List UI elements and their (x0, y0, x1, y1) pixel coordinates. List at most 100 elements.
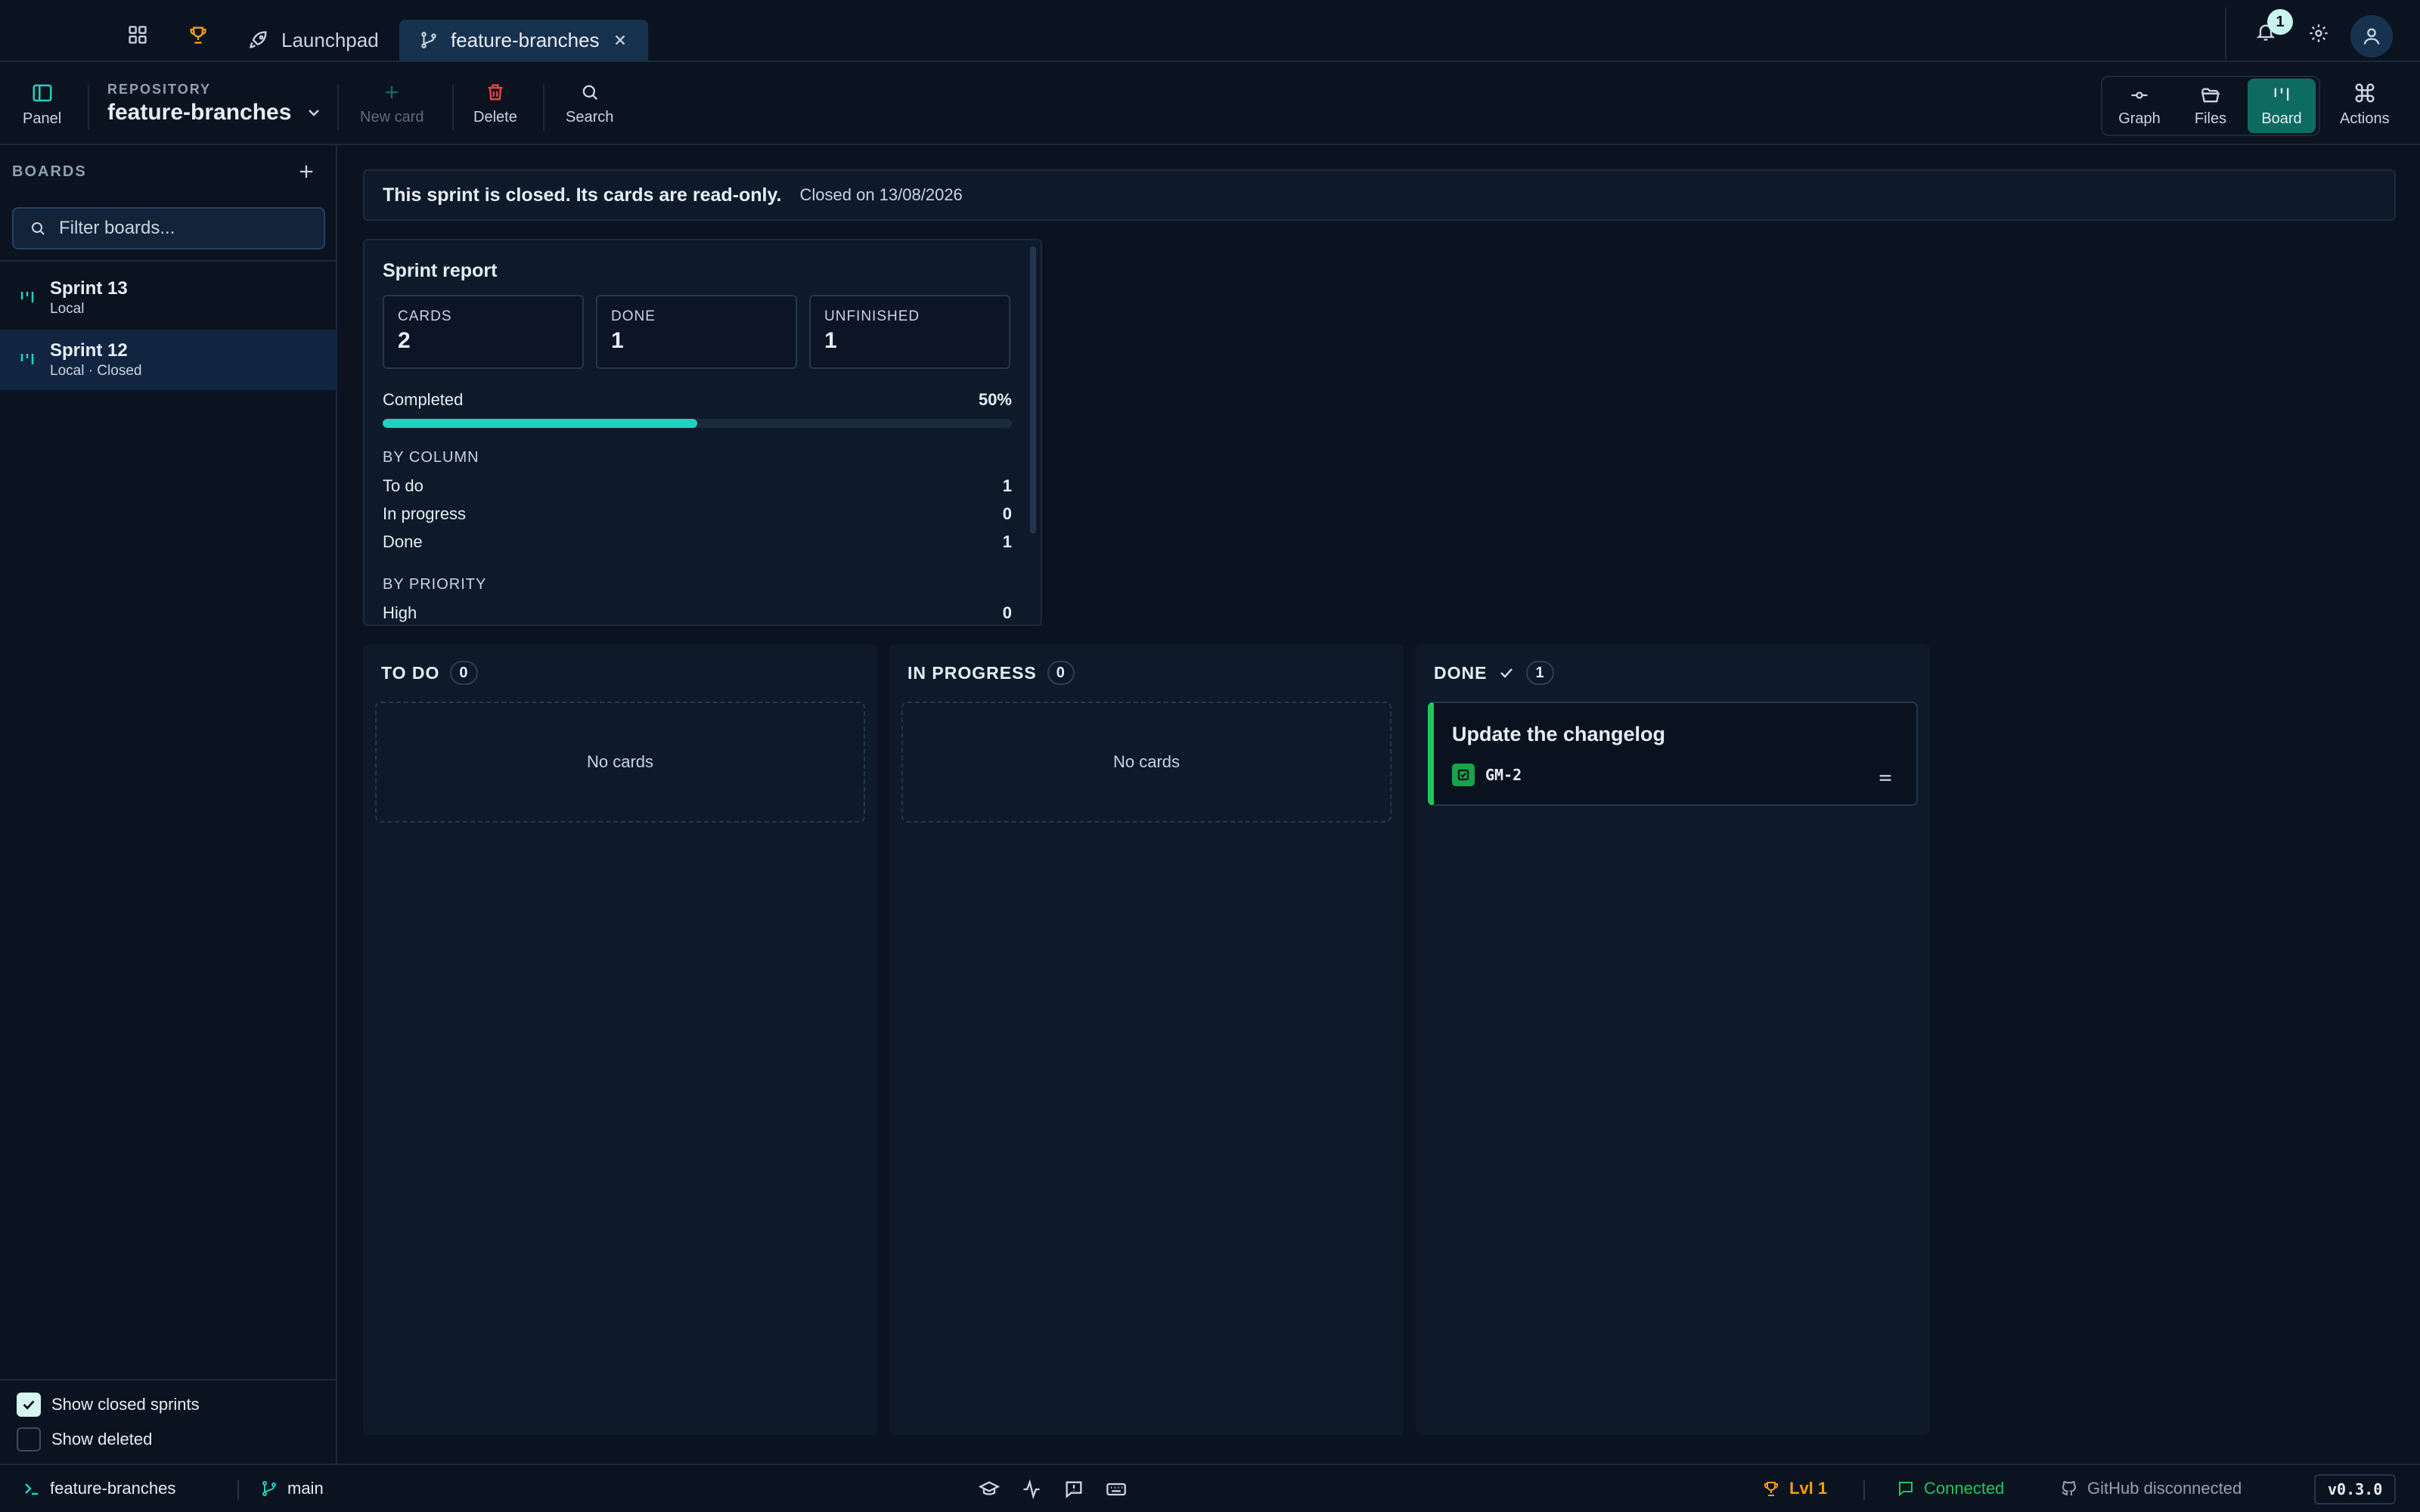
divider (1863, 1480, 1865, 1500)
view-switcher (2101, 76, 2320, 136)
actions-button[interactable]: Actions (2340, 82, 2390, 128)
column-done: DONE 1 Update the changelog GM-2 (1416, 644, 1930, 1435)
by-column-heading: BY COLUMN (383, 449, 479, 466)
add-board-button[interactable] (293, 159, 319, 184)
new-card-button[interactable]: New card (360, 82, 424, 126)
banner-closed-date: Closed on 13/08/2026 (799, 185, 963, 204)
column-count: 0 (1047, 661, 1075, 685)
closed-sprint-banner: This sprint is closed. Its cards are rea… (363, 169, 2396, 221)
trash-icon (488, 84, 503, 101)
terminal-icon (25, 1483, 38, 1495)
show-closed-sprints-toggle[interactable]: Show closed sprints (17, 1393, 200, 1417)
column-title: DONE (1434, 662, 1488, 683)
learn-icon[interactable] (979, 1479, 1000, 1500)
git-branch-icon (421, 32, 436, 48)
status-connection[interactable]: Connected (1897, 1479, 2004, 1498)
filter-boards-input[interactable]: Filter boards... (12, 207, 325, 249)
gear-icon[interactable] (2307, 21, 2331, 45)
column-title: TO DO (381, 662, 440, 683)
delete-button[interactable]: Delete (473, 82, 517, 126)
status-repo[interactable]: feature-branches (23, 1479, 175, 1498)
tab-label: Launchpad (281, 28, 379, 51)
banner-message: This sprint is closed. Its cards are rea… (383, 184, 782, 206)
stat-value: 2 (398, 328, 411, 353)
board-name: Sprint 13 (50, 278, 128, 299)
repository-selector[interactable]: feature-branches (107, 100, 323, 125)
tab-label: feature-branches (451, 28, 600, 51)
card-key-text: GM-2 (1485, 766, 1522, 784)
row-name: In progress (383, 504, 467, 523)
tab-feature-branches[interactable]: feature-branches (399, 20, 648, 60)
plus-icon (299, 165, 313, 178)
stat-label: UNFINISHED (824, 308, 920, 324)
close-icon[interactable] (612, 32, 628, 48)
panel-button[interactable]: Panel (23, 82, 61, 128)
row-name: High (383, 603, 417, 622)
show-closed-label: Show closed sprints (51, 1395, 200, 1414)
divider (2225, 8, 2226, 59)
board-icon (20, 354, 34, 364)
delete-label: Delete (473, 109, 517, 125)
empty-column-placeholder: No cards (375, 702, 865, 823)
divider (543, 85, 544, 130)
panel-label: Panel (23, 110, 62, 127)
board-subtitle: Local (50, 301, 85, 317)
stat-value: 1 (611, 328, 624, 353)
show-closed-checkbox[interactable] (17, 1393, 41, 1417)
board-icon (20, 292, 34, 302)
feedback-icon[interactable] (1063, 1479, 1084, 1500)
row-name: Done (383, 532, 423, 551)
row-value: 1 (1002, 476, 1012, 495)
board-subtitle: Local · Closed (50, 363, 142, 379)
status-level[interactable]: Lvl 1 (1762, 1479, 1827, 1498)
actions-label: Actions (2340, 110, 2390, 127)
user-icon (2363, 28, 2380, 45)
sidebar: BOARDS Filter boards... Sprint 13 Local … (0, 145, 337, 1464)
card-gm-2[interactable]: Update the changelog GM-2 (1428, 702, 1918, 806)
level-text: Lvl 1 (1789, 1479, 1828, 1498)
keyboard-icon[interactable] (1106, 1479, 1127, 1500)
activity-icon[interactable] (1021, 1479, 1042, 1500)
title-bar: Launchpad feature-branches 1 (0, 0, 2420, 62)
github-icon (2062, 1481, 2077, 1495)
row-value: 1 (1002, 532, 1012, 551)
show-deleted-checkbox[interactable] (17, 1427, 41, 1452)
search-label: Search (566, 109, 614, 125)
search-icon (32, 222, 45, 235)
trophy-icon[interactable] (186, 23, 210, 47)
board-item-sprint-12[interactable]: Sprint 12 Local · Closed (0, 330, 337, 390)
status-repo-name: feature-branches (50, 1479, 176, 1498)
card-title: Update the changelog (1452, 723, 1666, 745)
stat-cards: CARDS 2 (383, 295, 584, 369)
user-avatar-button[interactable] (2350, 15, 2393, 57)
status-github[interactable]: GitHub disconnected (2060, 1479, 2242, 1498)
by-column-row: Done 1 (383, 532, 1012, 552)
search-button[interactable]: Search (566, 82, 613, 126)
by-column-row: To do 1 (383, 476, 1012, 496)
chevron-down-icon (309, 110, 320, 116)
completed-label: Completed (383, 390, 464, 409)
divider (0, 260, 337, 262)
toolbar: Panel REPOSITORY feature-branches New ca… (0, 62, 2420, 145)
row-value: 0 (1002, 504, 1012, 523)
stat-value: 1 (824, 328, 837, 353)
git-branch-icon (262, 1481, 276, 1496)
report-scrollbar[interactable] (1030, 246, 1036, 534)
status-bar: feature-branches main Lvl 1 Connected Gi… (0, 1464, 2420, 1512)
check-icon (1500, 668, 1513, 678)
stat-label: CARDS (398, 308, 452, 324)
apps-grid-icon[interactable] (126, 23, 150, 47)
filter-placeholder: Filter boards... (59, 218, 175, 238)
chat-icon (1899, 1482, 1913, 1497)
show-deleted-toggle[interactable]: Show deleted (17, 1427, 152, 1452)
repository-name: feature-branches (107, 100, 292, 125)
new-card-label: New card (360, 109, 424, 125)
board-item-sprint-13[interactable]: Sprint 13 Local (0, 268, 337, 328)
column-header: TO DO 0 (381, 661, 478, 685)
tab-launchpad[interactable]: Launchpad (228, 20, 399, 60)
empty-column-placeholder: No cards (901, 702, 1392, 823)
trophy-icon (1764, 1482, 1778, 1496)
repository-caption: REPOSITORY (107, 82, 212, 97)
status-branch[interactable]: main (260, 1479, 324, 1498)
sprint-report-panel: Sprint report CARDS 2 DONE 1 UNFINISHED … (363, 239, 1042, 626)
